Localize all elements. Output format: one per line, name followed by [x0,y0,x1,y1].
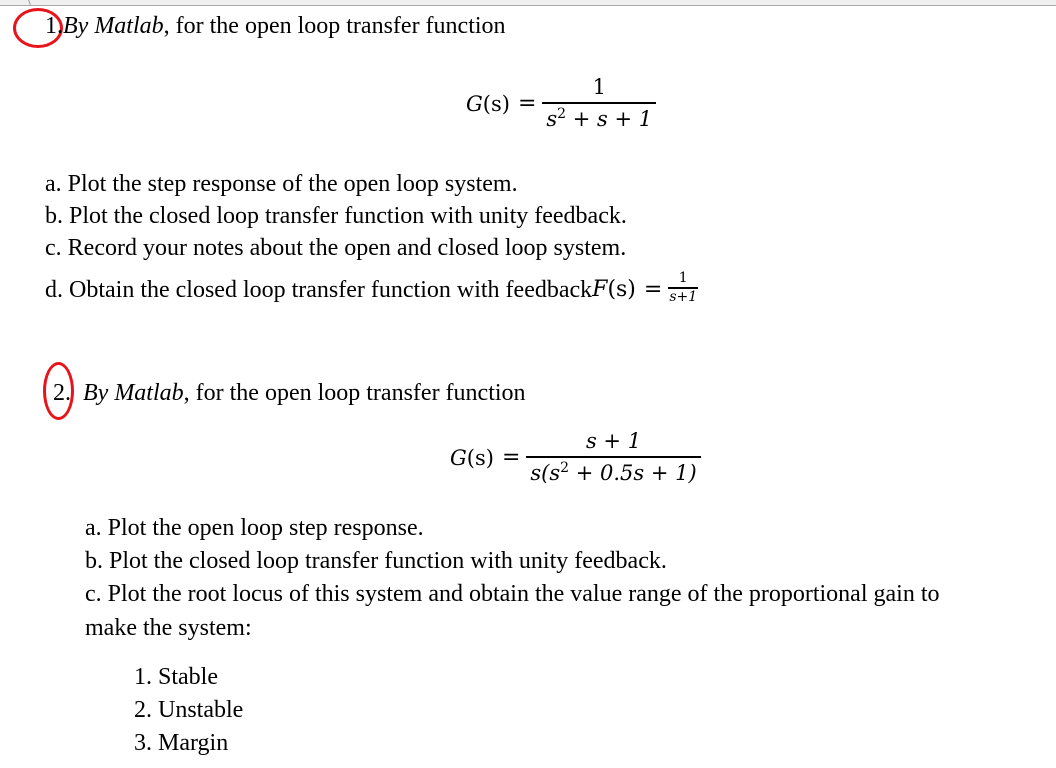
problem-1-transfer-function: G(s) = 1 s2 + s + 1 [466,74,657,133]
subitem-unstable: 2. Unstable [134,697,244,723]
eq1-fraction: 1 s2 + s + 1 [542,74,657,133]
problem-2-heading: 2. By Matlab, for the open loop transfer… [53,379,526,407]
problem-1-intro-italic: By Matlab [63,13,164,39]
eq2-numerator: s + 1 [585,429,642,453]
eq2-lhs-arg: (s) [466,445,494,470]
eq1-equals: = [517,91,537,116]
eq2-lhs-func: G [450,445,467,470]
feedback-equals: = [643,276,663,302]
feedback-denominator: s+1 [669,288,698,305]
problem-2-number: 2. [53,380,71,406]
eq2-fraction: s + 1 s(s2 + 0.5s + 1) [526,428,701,487]
feedback-lhs: F(s) [592,276,636,302]
eq2-equals: = [501,445,521,470]
problem-2-intro-rest: , for the open loop transfer function [183,380,526,406]
eq1-lhs-arg: (s) [482,91,510,116]
problem-1-heading: 1.By Matlab, for the open loop transfer … [45,12,506,40]
ruler-notch [28,0,31,5]
problem-1-intro-rest: , for the open loop transfer function [163,13,506,39]
problem-1-item-d: d. Obtain the closed loop transfer funct… [45,270,699,305]
problem-1-item-c: c. Record your notes about the open and … [45,235,627,261]
problem-1-number: 1. [45,13,63,39]
eq1-lhs-func: G [466,91,483,116]
eq2-denominator: s(s2 + 0.5s + 1) [530,460,697,485]
problem-2-item-a: a. Plot the open loop step response. [85,515,424,541]
feedback-numerator: 1 [678,270,688,286]
problem-1-item-a: a. Plot the step response of the open lo… [45,171,518,197]
document-top-border [0,0,1056,6]
problem-2-transfer-function: G(s) = s + 1 s(s2 + 0.5s + 1) [450,428,701,487]
eq1-numerator: 1 [592,75,606,99]
problem-2-item-c-continued: make the system: [85,615,252,641]
eq1-denominator: s2 + s + 1 [546,106,653,131]
problem-1-item-b: b. Plot the closed loop transfer functio… [45,203,627,229]
problem-2-intro-italic: By Matlab [83,380,184,406]
feedback-fraction: 1 s+1 [668,270,699,306]
subitem-margin: 3. Margin [134,730,229,756]
problem-2-item-c: c. Plot the root locus of this system an… [85,581,940,607]
subitem-stable: 1. Stable [134,664,218,690]
problem-2-item-b: b. Plot the closed loop transfer functio… [85,548,667,574]
